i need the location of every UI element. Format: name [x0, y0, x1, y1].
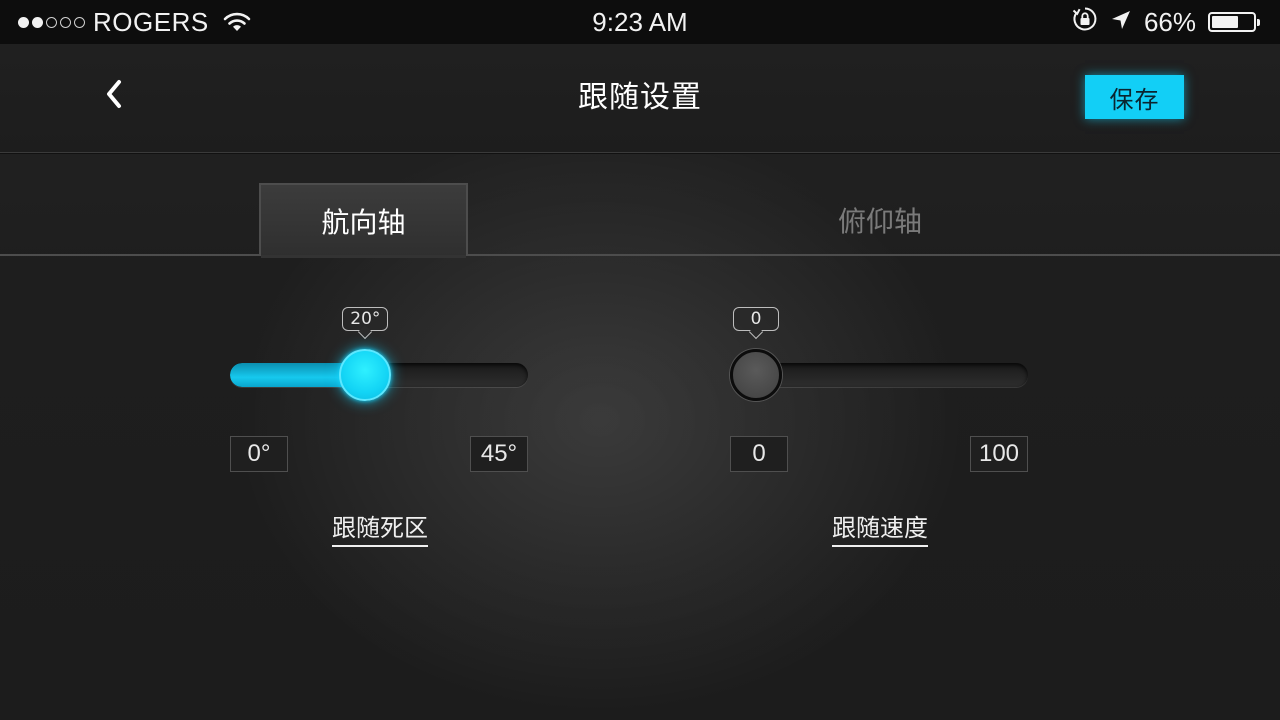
location-arrow-icon: [1110, 7, 1132, 38]
dead-zone-min-label: 0°: [230, 436, 288, 472]
tab-yaw-axis[interactable]: 航向轴: [259, 183, 468, 258]
signal-strength-icon: [18, 16, 85, 28]
status-left: ROGERS: [18, 0, 251, 44]
follow-speed-max-label: 100: [970, 436, 1028, 472]
follow-speed-min-label: 0: [730, 436, 788, 472]
battery-cap: [1257, 19, 1260, 26]
signal-dot: [60, 16, 71, 28]
follow-speed-slider-thumb[interactable]: [730, 349, 782, 401]
tab-divider: [0, 254, 1280, 256]
wifi-icon: [223, 11, 251, 33]
rotation-lock-icon: [1072, 6, 1098, 39]
battery-percent: 66%: [1143, 6, 1196, 37]
signal-dot: [74, 16, 85, 28]
signal-dot: [18, 16, 29, 28]
dead-zone-slider-group: 20° 0° 45° 跟随死区: [220, 300, 540, 560]
status-bar: ROGERS 9:23 AM 66%: [0, 0, 1280, 44]
follow-speed-label-text[interactable]: 跟随速度: [832, 508, 928, 547]
axis-tab-bar: 航向轴 俯仰轴: [0, 153, 1280, 258]
battery-level: [1212, 16, 1239, 28]
follow-speed-slider-group: 0 0 100 跟随速度: [720, 300, 1040, 560]
carrier-name: ROGERS: [93, 6, 209, 37]
status-right: 66%: [1072, 0, 1260, 44]
dead-zone-label-text[interactable]: 跟随死区: [332, 508, 428, 547]
navigation-bar: 跟随设置 保存: [0, 44, 1280, 153]
tab-pitch-axis[interactable]: 俯仰轴: [770, 183, 990, 256]
dead-zone-value-bubble: 20°: [342, 307, 389, 331]
follow-speed-label: 跟随速度: [720, 508, 1040, 547]
dead-zone-max-label: 45°: [470, 436, 528, 472]
save-button[interactable]: 保存: [1085, 75, 1184, 119]
dead-zone-slider-thumb[interactable]: [339, 349, 392, 401]
signal-dot: [46, 16, 57, 28]
follow-speed-value-bubble: 0: [733, 307, 779, 331]
dead-zone-label: 跟随死区: [220, 508, 540, 547]
follow-settings-screen: ROGERS 9:23 AM 66% 跟随设置 保存 航向轴 俯仰轴 20° 0…: [0, 0, 1280, 720]
battery-icon: [1208, 12, 1260, 32]
signal-dot: [32, 16, 43, 28]
